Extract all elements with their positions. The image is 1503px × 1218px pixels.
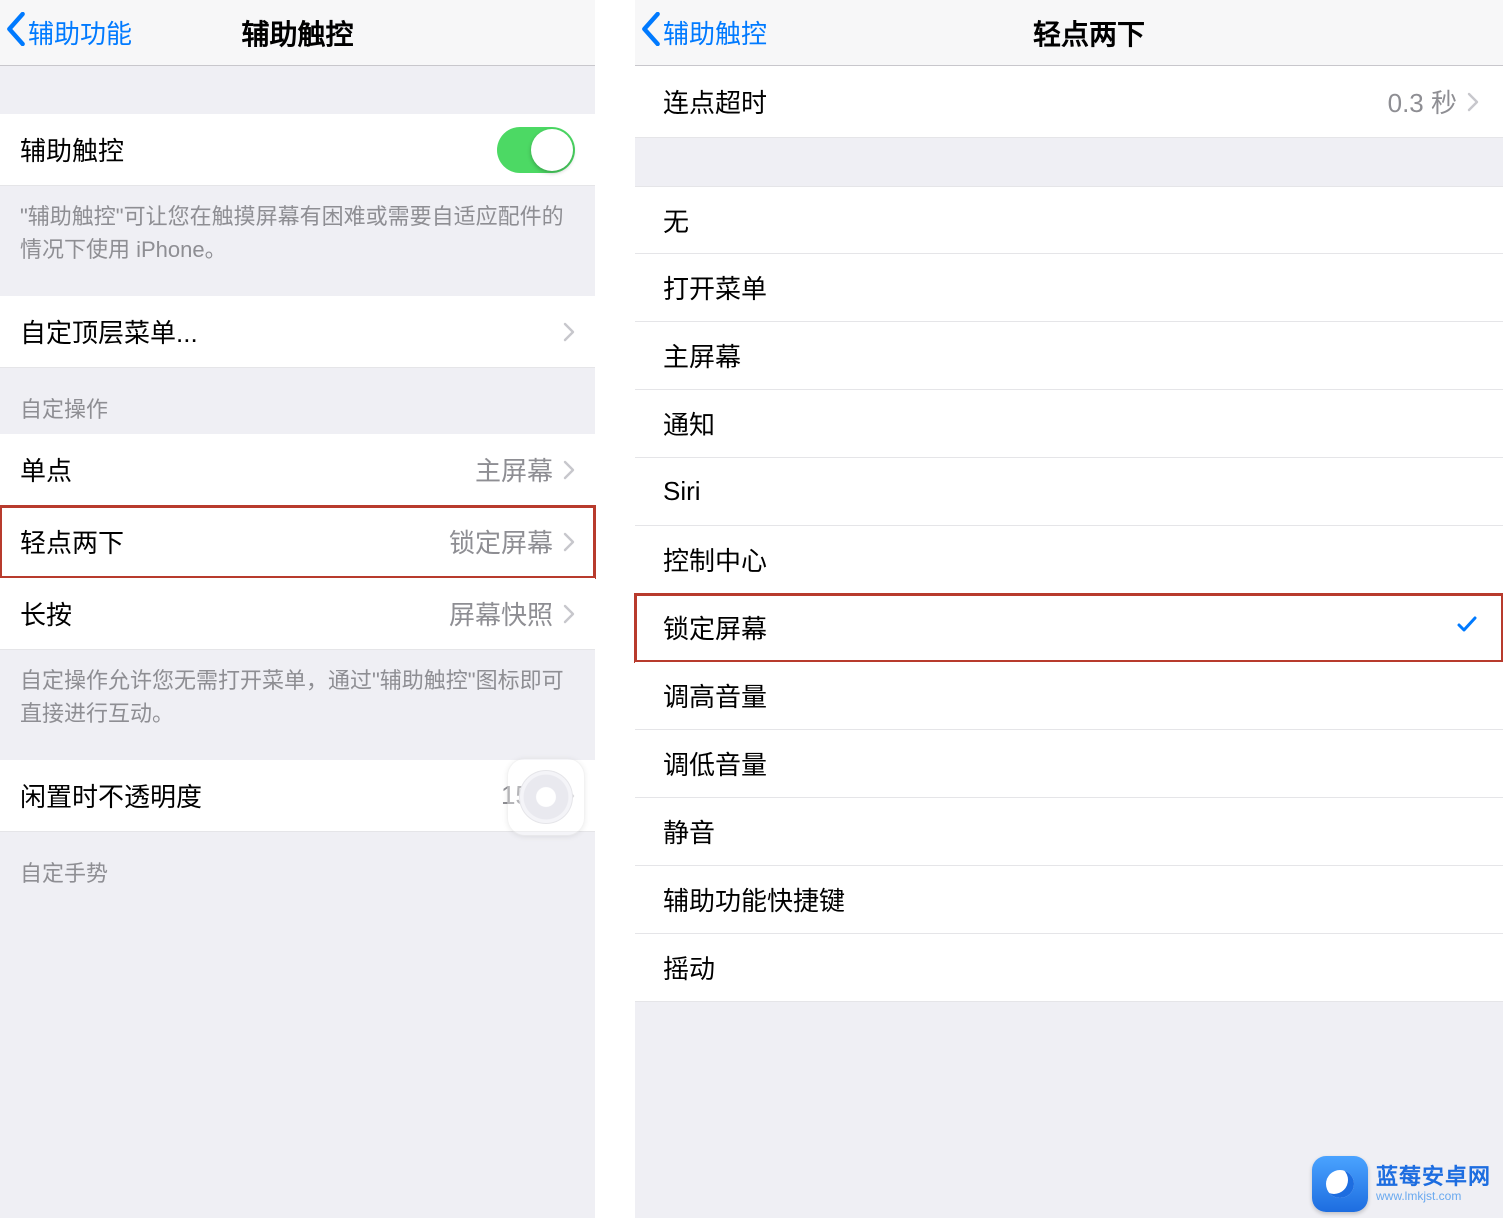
option-row[interactable]: 控制中心 xyxy=(635,526,1503,594)
option-label: 调高音量 xyxy=(663,677,1479,714)
watermark: 蓝莓安卓网 www.lmkjst.com xyxy=(1312,1156,1491,1212)
toggle-switch[interactable] xyxy=(497,127,575,173)
chevron-right-icon xyxy=(563,532,575,552)
nav-bar: 辅助触控 轻点两下 xyxy=(635,0,1503,66)
cell-label: 连点超时 xyxy=(663,83,1388,120)
option-label: 打开菜单 xyxy=(663,269,1479,306)
option-row[interactable]: 调高音量 xyxy=(635,662,1503,730)
option-label: 主屏幕 xyxy=(663,337,1479,374)
assistive-touch-floating-button[interactable] xyxy=(507,758,585,836)
customize-top-menu-row[interactable]: 自定顶层菜单... xyxy=(0,296,595,368)
idle-opacity-row[interactable]: 闲置时不透明度 15% xyxy=(0,760,595,832)
tap-timeout-row[interactable]: 连点超时 0.3 秒 xyxy=(635,66,1503,138)
option-row[interactable]: 主屏幕 xyxy=(635,322,1503,390)
watermark-logo-icon xyxy=(1312,1156,1368,1212)
cell-value: 主屏幕 xyxy=(475,451,553,488)
assistive-touch-toggle-row[interactable]: 辅助触控 xyxy=(0,114,595,186)
back-label: 辅助功能 xyxy=(28,14,132,51)
chevron-right-icon xyxy=(563,460,575,480)
chevron-left-icon xyxy=(641,12,663,53)
action-double-tap-row[interactable]: 轻点两下 锁定屏幕 xyxy=(0,506,595,578)
chevron-right-icon xyxy=(563,322,575,342)
option-row[interactable]: 打开菜单 xyxy=(635,254,1503,322)
chevron-right-icon xyxy=(1467,92,1479,112)
option-label: 无 xyxy=(663,202,1479,239)
cell-label: 长按 xyxy=(20,595,449,632)
pane-divider xyxy=(595,0,635,1218)
actions-footer: 自定操作允许您无需打开菜单，通过"辅助触控"图标即可直接进行互动。 xyxy=(0,650,595,740)
option-label: 辅助功能快捷键 xyxy=(663,881,1479,918)
options-list: 无打开菜单主屏幕通知 Siri 控制中心锁定屏幕调高音量调低音量静音辅助功能快捷键摇… xyxy=(635,186,1503,1002)
option-row[interactable]: 辅助功能快捷键 xyxy=(635,866,1503,934)
checkmark-icon xyxy=(1455,612,1479,643)
option-row[interactable]: Siri xyxy=(635,458,1503,526)
cell-label: 闲置时不透明度 xyxy=(20,777,501,814)
cell-label: 单点 xyxy=(20,451,475,488)
option-row[interactable]: 调低音量 xyxy=(635,730,1503,798)
chevron-left-icon xyxy=(6,12,28,53)
watermark-title: 蓝莓安卓网 xyxy=(1376,1165,1491,1189)
option-label: 静音 xyxy=(663,813,1479,850)
option-row[interactable]: 摇动 xyxy=(635,934,1503,1002)
option-row[interactable]: 锁定屏幕 xyxy=(635,594,1503,662)
option-label: 锁定屏幕 xyxy=(663,609,1455,646)
option-row[interactable]: 无 xyxy=(635,186,1503,254)
nav-bar: 辅助功能 辅助触控 xyxy=(0,0,595,66)
back-button[interactable]: 辅助功能 xyxy=(0,12,132,53)
custom-gestures-header: 自定手势 xyxy=(0,832,595,898)
action-long-press-row[interactable]: 长按 屏幕快照 xyxy=(0,578,595,650)
watermark-url: www.lmkjst.com xyxy=(1376,1190,1491,1203)
toggle-label: 辅助触控 xyxy=(20,131,497,168)
custom-actions-header: 自定操作 xyxy=(0,368,595,434)
cell-value: 锁定屏幕 xyxy=(449,523,553,560)
cell-value: 0.3 秒 xyxy=(1388,83,1457,120)
back-button[interactable]: 辅助触控 xyxy=(635,12,767,53)
back-label: 辅助触控 xyxy=(663,14,767,51)
cell-label: 轻点两下 xyxy=(20,523,449,560)
option-label: 控制中心 xyxy=(663,541,1479,578)
chevron-right-icon xyxy=(563,604,575,624)
right-pane: 辅助触控 轻点两下 连点超时 0.3 秒 无打开菜单主屏幕通知 Siri 控制中心锁… xyxy=(635,0,1503,1218)
option-label: 调低音量 xyxy=(663,745,1479,782)
left-pane: 辅助功能 辅助触控 辅助触控 "辅助触控"可让您在触摸屏幕有困难或需要自适应配件… xyxy=(0,0,595,1218)
cell-label: 自定顶层菜单... xyxy=(20,313,563,350)
option-label: Siri xyxy=(663,476,1479,507)
option-row[interactable]: 通知 xyxy=(635,390,1503,458)
cell-value: 屏幕快照 xyxy=(449,595,553,632)
toggle-footer: "辅助触控"可让您在触摸屏幕有困难或需要自适应配件的情况下使用 iPhone。 xyxy=(0,186,595,276)
option-row[interactable]: 静音 xyxy=(635,798,1503,866)
option-label: 通知 xyxy=(663,405,1479,442)
option-label: 摇动 xyxy=(663,949,1479,986)
action-single-tap-row[interactable]: 单点 主屏幕 xyxy=(0,434,595,506)
